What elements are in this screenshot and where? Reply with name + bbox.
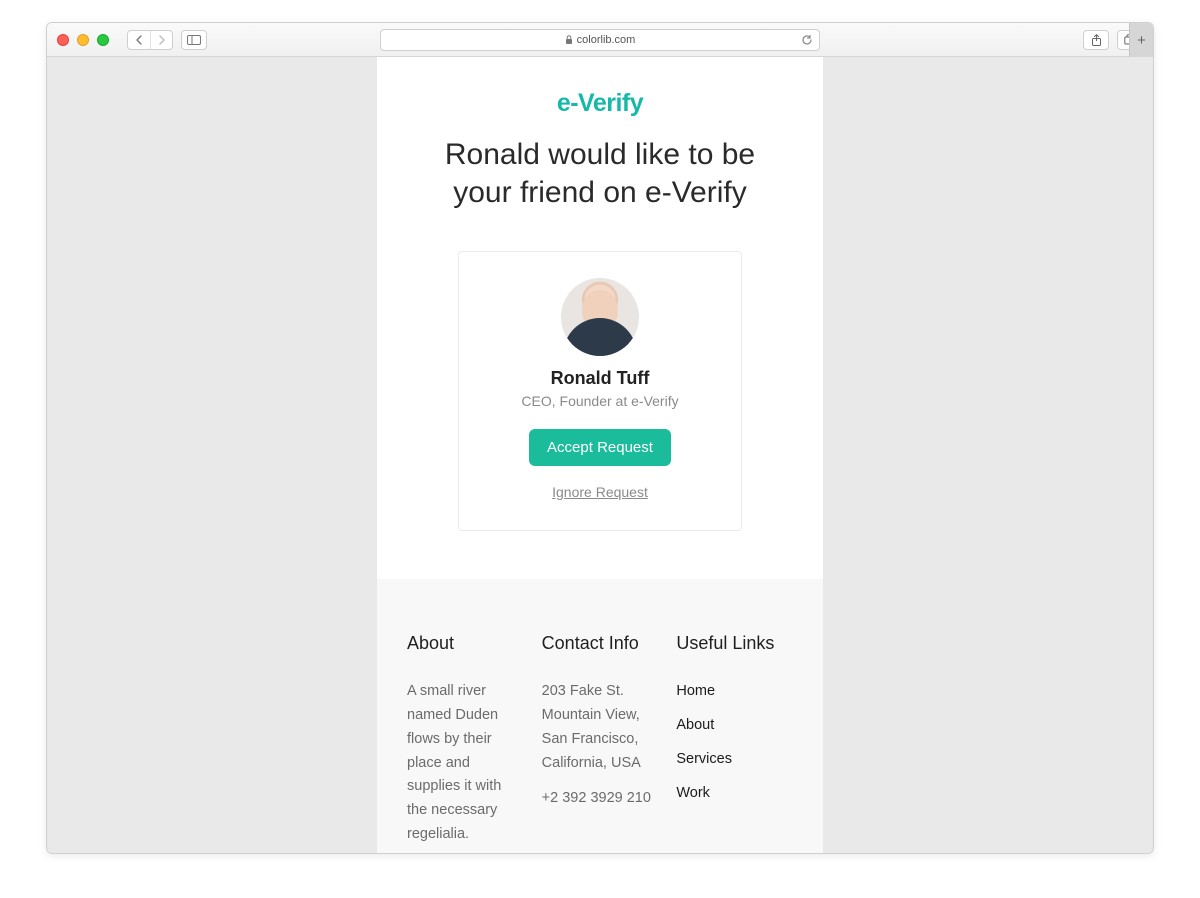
footer-link-services[interactable]: Services xyxy=(676,748,793,772)
share-button[interactable] xyxy=(1083,30,1109,50)
person-name: Ronald Tuff xyxy=(477,368,723,389)
lock-icon xyxy=(565,35,573,44)
footer-about-column: About A small river named Duden flows by… xyxy=(407,633,524,847)
person-title: CEO, Founder at e-Verify xyxy=(477,393,723,409)
browser-window: colorlib.com + e-Verify Ronald would lik… xyxy=(46,22,1154,854)
avatar xyxy=(561,278,639,356)
email-container: e-Verify Ronald would like to be your fr… xyxy=(377,57,823,853)
about-heading: About xyxy=(407,633,524,654)
viewport: e-Verify Ronald would like to be your fr… xyxy=(47,57,1153,853)
footer-link-work[interactable]: Work xyxy=(676,782,793,806)
address-bar[interactable]: colorlib.com xyxy=(380,29,820,51)
footer: About A small river named Duden flows by… xyxy=(377,579,823,853)
footer-link-about[interactable]: About xyxy=(676,714,793,738)
forward-button[interactable] xyxy=(150,31,172,49)
new-tab-button[interactable]: + xyxy=(1129,23,1153,57)
address-text: colorlib.com xyxy=(577,34,636,46)
close-window-button[interactable] xyxy=(57,34,69,46)
about-text: A small river named Duden flows by their… xyxy=(407,680,524,847)
back-button[interactable] xyxy=(128,31,150,49)
traffic-lights xyxy=(57,34,109,46)
contact-address: 203 Fake St. Mountain View, San Francisc… xyxy=(542,680,659,776)
links-heading: Useful Links xyxy=(676,633,793,654)
footer-links-column: Useful Links Home About Services Work xyxy=(676,633,793,847)
accept-request-button[interactable]: Accept Request xyxy=(529,429,671,466)
footer-link-home[interactable]: Home xyxy=(676,680,793,704)
contact-heading: Contact Info xyxy=(542,633,659,654)
minimize-window-button[interactable] xyxy=(77,34,89,46)
contact-phone: +2 392 3929 210 xyxy=(542,787,659,811)
footer-contact-column: Contact Info 203 Fake St. Mountain View,… xyxy=(542,633,659,847)
brand-logo: e-Verify xyxy=(377,57,823,128)
maximize-window-button[interactable] xyxy=(97,34,109,46)
friend-request-card: Ronald Tuff CEO, Founder at e-Verify Acc… xyxy=(458,251,742,531)
headline-text: Ronald would like to be your friend on e… xyxy=(377,128,823,213)
reload-icon[interactable] xyxy=(801,34,813,46)
sidebar-toggle-button[interactable] xyxy=(181,30,207,50)
back-forward-segment xyxy=(127,30,173,50)
useful-links-list: Home About Services Work xyxy=(676,680,793,806)
nav-button-group xyxy=(127,30,207,50)
ignore-request-link[interactable]: Ignore Request xyxy=(477,484,723,500)
titlebar: colorlib.com + xyxy=(47,23,1153,57)
